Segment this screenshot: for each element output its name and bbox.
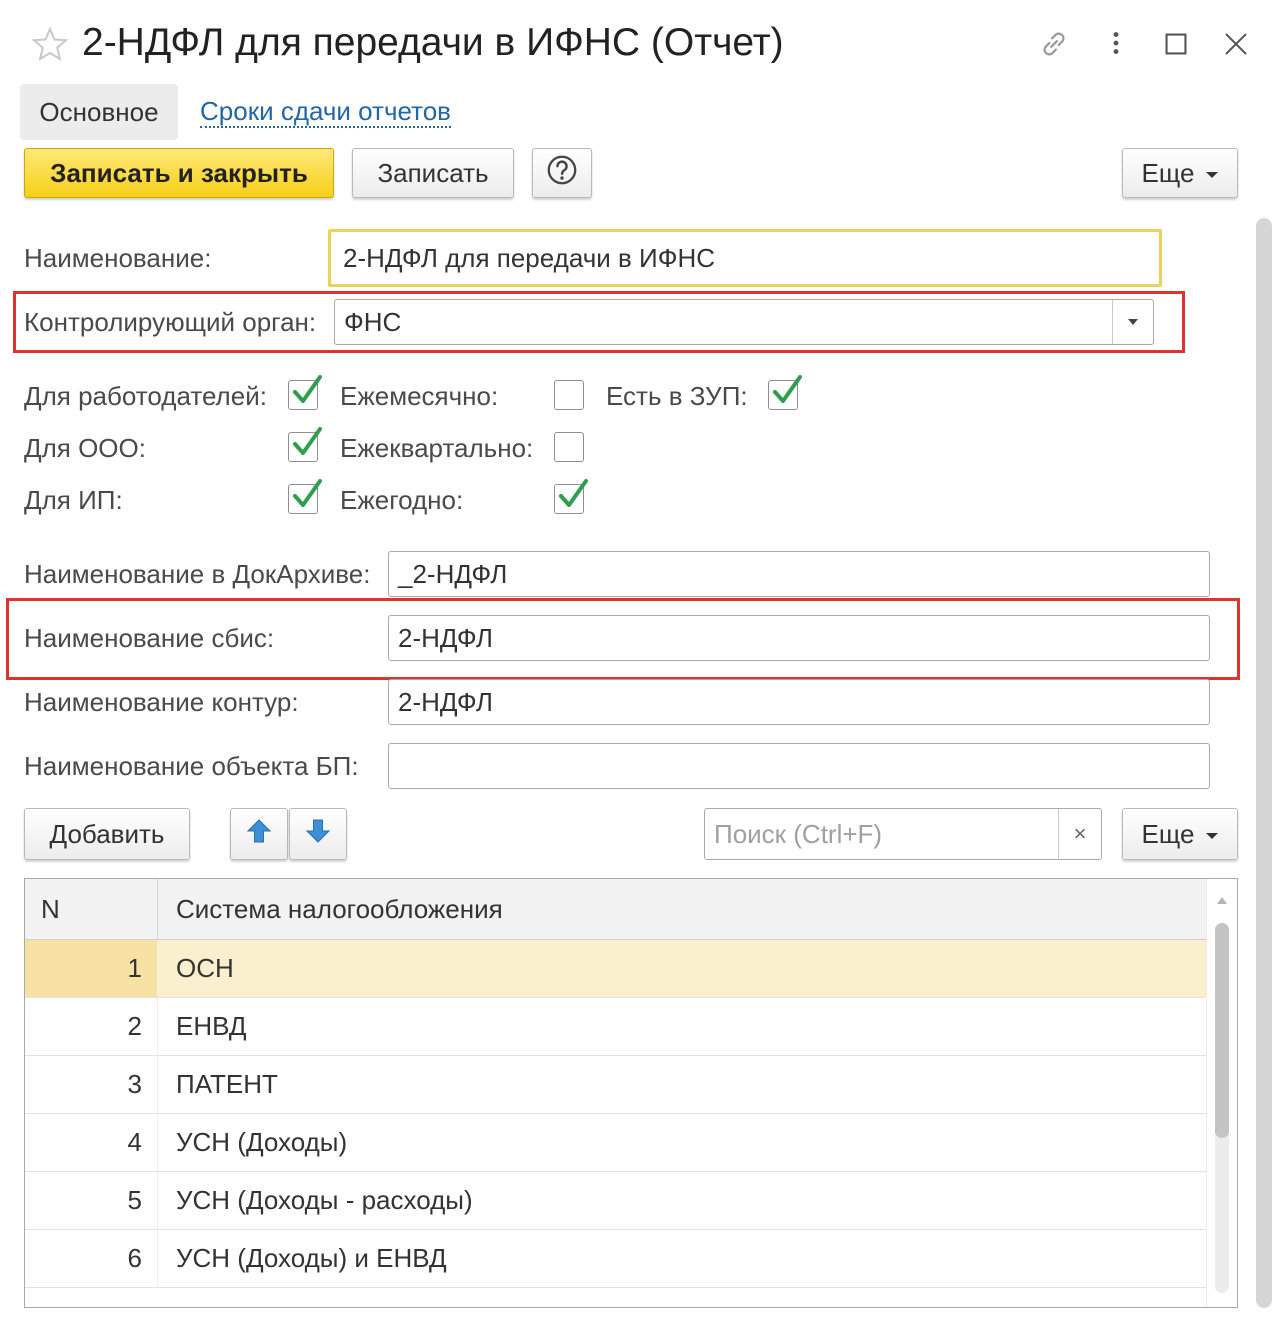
yearly-label: Ежегодно: [340,485,464,515]
authority-label: Контролирующий орган: [24,307,317,337]
maximize-icon[interactable] [1158,26,1194,62]
cell-tax-system: ЕНВД [176,1011,247,1041]
cell-n: 4 [25,1114,158,1171]
tab-main[interactable]: Основное [20,84,178,140]
table-body: 1 ОСН 2 ЕНВД 3 ПАТЕНТ 4 УСН (Доходы) 5 УСН (Доход… [25,940,1207,1288]
chevron-down-icon [1128,319,1138,325]
save-and-close-button[interactable]: Записать и закрыть [24,148,334,198]
authority-select[interactable]: ФНС [334,299,1154,345]
search-input[interactable]: Поиск (Ctrl+F) × [704,808,1102,860]
move-down-button[interactable] [289,808,347,860]
question-icon [545,153,579,194]
add-row-button[interactable]: Добавить [24,808,190,860]
close-icon[interactable] [1218,26,1254,62]
link-icon[interactable] [1036,26,1072,62]
monthly-checkbox[interactable] [554,380,584,410]
cell-n: 3 [25,1056,158,1113]
cell-tax-system: УСН (Доходы) [176,1127,348,1157]
cell-n: 2 [25,998,158,1055]
tax-systems-table: N Система налогообложения 1 ОСН 2 ЕНВД 3 ПАТЕ… [24,878,1238,1308]
table-scrollbar[interactable] [1206,879,1237,1307]
arrow-down-icon [304,817,332,852]
page-scrollbar[interactable] [1256,218,1272,1308]
sbis-input[interactable]: 2-НДФЛ [388,615,1210,661]
quarterly-checkbox[interactable] [554,432,584,462]
employers-checkbox[interactable] [288,375,322,410]
checkmark-icon [293,427,322,455]
cell-tax-system: ПАТЕНТ [176,1069,278,1099]
favorite-star-icon[interactable] [31,26,69,62]
table-row[interactable]: 3 ПАТЕНТ [25,1056,1207,1114]
monthly-label: Ежемесячно: [340,381,499,411]
cell-tax-system: ОСН [176,953,234,983]
kontur-label: Наименование контур: [24,687,299,717]
cell-n: 1 [25,940,158,997]
name-input[interactable]: 2-НДФЛ для передачи в ИФНС [328,229,1162,287]
save-button[interactable]: Записать [352,148,514,198]
bp-object-input[interactable] [388,743,1210,789]
cell-tax-system: УСН (Доходы) и ЕНВД [176,1243,447,1273]
ip-label: Для ИП: [24,485,123,515]
chevron-down-icon [1206,172,1219,178]
column-header-tax-system[interactable]: Система налогообложения [159,879,503,939]
checkmark-icon [773,375,802,403]
table-row[interactable]: 1 ОСН [25,940,1207,998]
table-row[interactable]: 5 УСН (Доходы - расходы) [25,1172,1207,1230]
table-row[interactable]: 6 УСН (Доходы) и ЕНВД [25,1230,1207,1288]
table-header: N Система налогообложения [25,879,1207,940]
sbis-label: Наименование сбис: [24,623,275,653]
quarterly-label: Ежеквартально: [340,433,534,463]
table-row[interactable]: 4 УСН (Доходы) [25,1114,1207,1172]
chevron-down-icon [1206,833,1219,839]
name-label: Наименование: [24,243,212,273]
more-icon[interactable] [1098,26,1134,62]
employers-label: Для работодателей: [24,381,267,411]
cell-tax-system: УСН (Доходы - расходы) [176,1185,473,1215]
cell-n: 5 [25,1172,158,1229]
authority-value: ФНС [344,306,402,337]
docarchive-input[interactable]: _2-НДФЛ [388,551,1210,597]
scroll-up-icon[interactable] [1217,897,1227,904]
ooo-checkbox[interactable] [288,427,322,462]
scrollbar-thumb[interactable] [1215,923,1229,1138]
move-up-button[interactable] [230,808,288,860]
more-label: Еще [1141,157,1195,188]
ooo-label: Для ООО: [24,433,146,463]
help-button[interactable] [532,148,592,198]
checkmark-icon [559,479,588,507]
cell-n: 6 [25,1230,158,1287]
table-more-button[interactable]: Еще [1122,808,1238,860]
clear-search-icon[interactable]: × [1058,809,1101,859]
tab-deadlines-link[interactable]: Сроки сдачи отчетов [200,96,451,128]
yearly-checkbox[interactable] [554,479,588,514]
arrow-up-icon [245,817,273,852]
zup-label: Есть в ЗУП: [606,381,748,411]
docarchive-label: Наименование в ДокАрхиве: [24,559,371,589]
zup-checkbox[interactable] [768,375,802,410]
column-header-n[interactable]: N [25,879,158,939]
checkmark-icon [293,375,322,403]
checkmark-icon [293,479,322,507]
window-title: 2-НДФЛ для передачи в ИФНС (Отчет) [82,21,784,64]
bp-object-label: Наименование объекта БП: [24,751,359,781]
more-menu-button[interactable]: Еще [1122,148,1238,198]
authority-dropdown-button[interactable] [1112,300,1153,344]
ip-checkbox[interactable] [288,479,322,514]
kontur-input[interactable]: 2-НДФЛ [388,679,1210,725]
search-placeholder: Поиск (Ctrl+F) [714,819,883,849]
table-row[interactable]: 2 ЕНВД [25,998,1207,1056]
table-more-label: Еще [1141,818,1195,849]
